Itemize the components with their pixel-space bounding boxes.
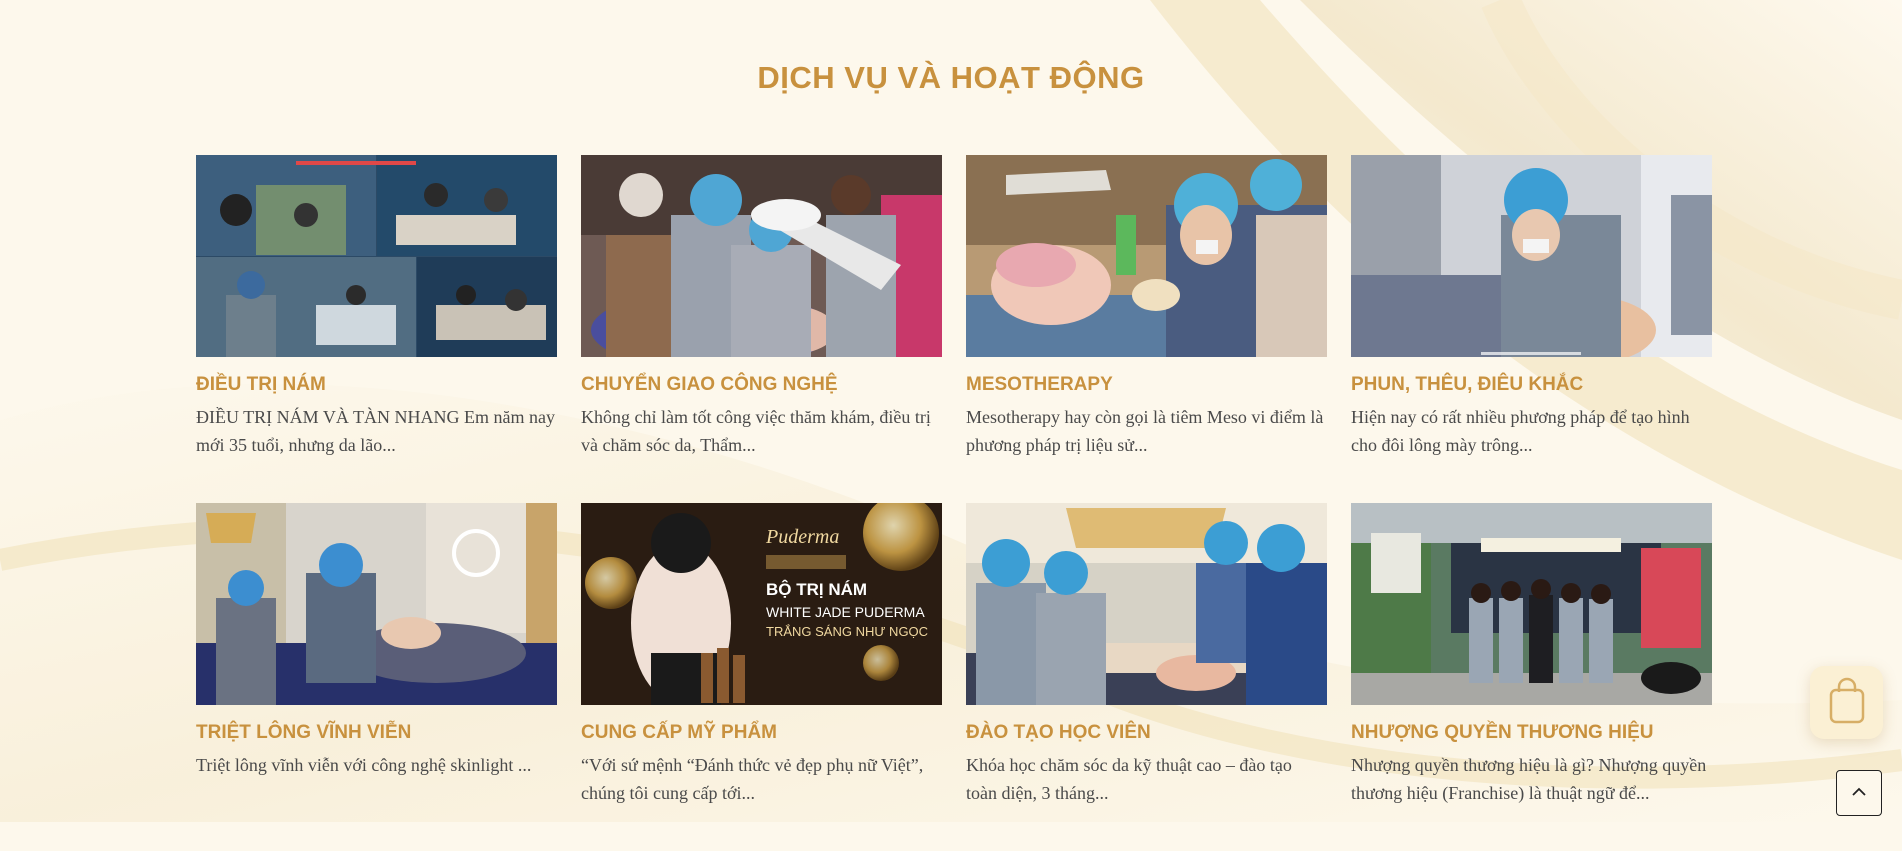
service-card-dao-tao-hoc-vien[interactable]: ĐÀO TẠO HỌC VIÊN Khóa học chăm sóc da kỹ… — [966, 503, 1327, 851]
thumbnail-image — [1351, 503, 1712, 705]
banner-line3: TRẮNG SÁNG NHƯ NGỌC — [766, 624, 928, 639]
service-thumbnail[interactable]: Puderma BỘ TRỊ NÁM WHITE JADE PUDERMA TR… — [581, 503, 942, 705]
service-excerpt: Không chỉ làm tốt công việc thăm khám, đ… — [581, 407, 931, 455]
service-excerpt: ĐIỀU TRỊ NÁM VÀ TÀN NHANG Em năm nay mới… — [196, 407, 555, 455]
service-title[interactable]: TRIỆT LÔNG VĨNH VIỄN — [196, 721, 557, 745]
service-excerpt: Mesotherapy hay còn gọi là tiêm Meso vi … — [966, 407, 1324, 455]
services-section: DỊCH VỤ VÀ HOẠT ĐỘNG ĐIỀU TRỊ NÁM ĐIỀU T… — [0, 0, 1902, 822]
service-card-phun-theu-dieu-khac[interactable]: PHUN, THÊU, ĐIÊU KHẮC Hiện nay có rất nh… — [1351, 155, 1712, 503]
thumbnail-image — [196, 503, 557, 705]
service-thumbnail[interactable] — [581, 155, 942, 357]
service-title[interactable]: ĐIỀU TRỊ NÁM — [196, 373, 557, 397]
service-excerpt: Hiện nay có rất nhiều phương pháp để tạo… — [1351, 407, 1690, 455]
service-title[interactable]: CHUYỂN GIAO CÔNG NGHỆ — [581, 373, 942, 397]
service-excerpt: Triệt lông vĩnh viễn với công nghệ skinl… — [196, 755, 532, 775]
service-card-nhuong-quyen-thuong-hieu[interactable]: NHƯỢNG QUYỀN THƯƠNG HIỆU Nhượng quyền th… — [1351, 503, 1712, 851]
thumbnail-image: Puderma BỘ TRỊ NÁM WHITE JADE PUDERMA TR… — [581, 503, 942, 705]
banner-line1: BỘ TRỊ NÁM — [766, 580, 867, 599]
service-excerpt: Khóa học chăm sóc da kỹ thuật cao – đào … — [966, 755, 1292, 803]
service-title[interactable]: PHUN, THÊU, ĐIÊU KHẮC — [1351, 373, 1712, 397]
thumbnail-image — [1351, 155, 1712, 357]
service-thumbnail[interactable] — [966, 155, 1327, 357]
banner-line2: WHITE JADE PUDERMA — [766, 604, 925, 620]
service-thumbnail[interactable] — [966, 503, 1327, 705]
service-card-dieu-tri-nam[interactable]: ĐIỀU TRỊ NÁM ĐIỀU TRỊ NÁM VÀ TÀN NHANG E… — [196, 155, 557, 503]
service-card-mesotherapy[interactable]: MESOTHERAPY Mesotherapy hay còn gọi là t… — [966, 155, 1327, 503]
service-thumbnail[interactable] — [196, 503, 557, 705]
services-grid: ĐIỀU TRỊ NÁM ĐIỀU TRỊ NÁM VÀ TÀN NHANG E… — [196, 155, 1712, 851]
chevron-up-icon — [1851, 784, 1867, 802]
floating-cart-button[interactable] — [1810, 666, 1883, 739]
service-excerpt: Nhượng quyền thương hiệu là gì? Nhượng q… — [1351, 755, 1707, 803]
back-to-top-button[interactable] — [1836, 770, 1882, 816]
service-thumbnail[interactable] — [1351, 155, 1712, 357]
service-title[interactable]: MESOTHERAPY — [966, 373, 1327, 397]
shopping-bag-icon — [1827, 676, 1867, 729]
service-title[interactable]: NHƯỢNG QUYỀN THƯƠNG HIỆU — [1351, 721, 1712, 745]
service-card-chuyen-giao-cong-nghe[interactable]: CHUYỂN GIAO CÔNG NGHỆ Không chỉ làm tốt … — [581, 155, 942, 503]
thumbnail-image — [966, 503, 1327, 705]
thumbnail-image — [196, 155, 557, 357]
service-thumbnail[interactable] — [196, 155, 557, 357]
service-excerpt: “Với sứ mệnh “Đánh thức vẻ đẹp phụ nữ Vi… — [581, 755, 924, 803]
thumbnail-image — [966, 155, 1327, 357]
service-card-cung-cap-my-pham[interactable]: Puderma BỘ TRỊ NÁM WHITE JADE PUDERMA TR… — [581, 503, 942, 851]
service-card-triet-long-vinh-vien[interactable]: TRIỆT LÔNG VĨNH VIỄN Triệt lông vĩnh viễ… — [196, 503, 557, 851]
service-title[interactable]: CUNG CẤP MỸ PHẨM — [581, 721, 942, 745]
banner-brand: Puderma — [765, 526, 839, 548]
service-thumbnail[interactable] — [1351, 503, 1712, 705]
service-title[interactable]: ĐÀO TẠO HỌC VIÊN — [966, 721, 1327, 745]
section-title: DỊCH VỤ VÀ HOẠT ĐỘNG — [757, 60, 1145, 95]
thumbnail-image — [581, 155, 942, 357]
